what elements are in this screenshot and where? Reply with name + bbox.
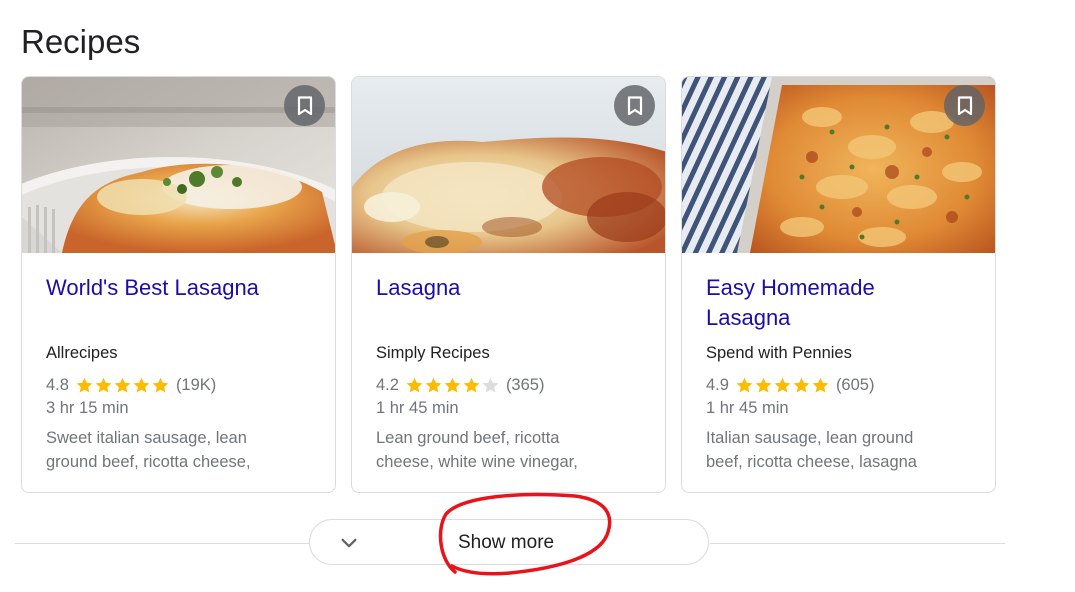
star-filled-icon xyxy=(755,377,772,393)
show-more-label: Show more xyxy=(458,532,555,553)
recipe-time: 1 hr 45 min xyxy=(706,399,789,417)
star-filled-icon xyxy=(463,377,480,393)
rating-value: 4.2 xyxy=(376,376,399,394)
ingredients-line: beef, ricotta cheese, lasagna xyxy=(706,453,917,471)
save-recipe-button[interactable] xyxy=(284,85,325,126)
recipe-source: Simply Recipes xyxy=(376,344,490,362)
ingredients-line: ground beef, ricotta cheese, xyxy=(46,453,251,471)
save-recipe-button[interactable] xyxy=(944,85,985,126)
recipe-image[interactable] xyxy=(352,77,665,253)
star-filled-icon xyxy=(133,377,150,393)
ingredients-line: Italian sausage, lean ground xyxy=(706,429,914,447)
recipe-title-link[interactable]: Easy Homemade Lasagna xyxy=(706,273,979,333)
star-filled-icon xyxy=(114,377,131,393)
recipe-ingredients: Sweet italian sausage, lean ground beef,… xyxy=(46,426,319,474)
ingredients-line: Sweet italian sausage, lean xyxy=(46,429,247,447)
show-more-button[interactable]: Show more xyxy=(309,519,709,565)
star-filled-icon xyxy=(425,377,442,393)
star-filled-icon xyxy=(774,377,791,393)
divider xyxy=(710,543,1005,544)
save-recipe-button[interactable] xyxy=(614,85,655,126)
divider xyxy=(15,543,310,544)
recipe-ingredients: Lean ground beef, ricotta cheese, white … xyxy=(376,426,649,474)
recipe-source: Allrecipes xyxy=(46,344,118,362)
recipe-time: 3 hr 15 min xyxy=(46,399,129,417)
star-rating xyxy=(75,376,170,395)
rating-value: 4.9 xyxy=(706,376,729,394)
recipe-card[interactable]: World's Best Lasagna Allrecipes 4.8 (19K… xyxy=(21,76,336,493)
recipe-source: Spend with Pennies xyxy=(706,344,852,362)
star-filled-icon xyxy=(152,377,169,393)
star-filled-icon xyxy=(95,377,112,393)
star-rating xyxy=(405,376,500,395)
recipe-title-line[interactable]: Easy Homemade xyxy=(706,273,979,303)
star-rating xyxy=(735,376,830,395)
review-count: (365) xyxy=(505,376,545,394)
star-filled-icon xyxy=(76,377,93,393)
star-empty-icon xyxy=(482,377,499,393)
star-filled-icon xyxy=(736,377,753,393)
recipe-rating: 4.8 (19K) xyxy=(46,374,319,396)
recipe-title-link[interactable]: Lasagna xyxy=(376,273,649,333)
recipe-image[interactable] xyxy=(22,77,335,253)
ingredients-line: Lean ground beef, ricotta xyxy=(376,429,560,447)
recipe-time: 1 hr 45 min xyxy=(376,399,459,417)
rating-value: 4.8 xyxy=(46,376,69,394)
ingredients-line: cheese, white wine vinegar, xyxy=(376,453,578,471)
recipe-rating: 4.9 (605) xyxy=(706,374,979,396)
recipe-image[interactable] xyxy=(682,77,995,253)
star-filled-icon xyxy=(406,377,423,393)
bookmark-icon xyxy=(297,95,312,115)
section-title: Recipes xyxy=(21,23,141,60)
recipe-card[interactable]: Easy Homemade Lasagna Spend with Pennies… xyxy=(681,76,996,493)
recipe-title-line[interactable]: Lasagna xyxy=(706,303,979,333)
recipe-title-link[interactable]: World's Best Lasagna xyxy=(46,273,319,333)
recipe-rating: 4.2 (365) xyxy=(376,374,649,396)
bookmark-icon xyxy=(957,95,972,115)
chevron-down-icon xyxy=(341,538,357,548)
recipe-card[interactable]: Lasagna Simply Recipes 4.2 (365) 1 hr 45… xyxy=(351,76,666,493)
star-filled-icon xyxy=(444,377,461,393)
recipe-ingredients: Italian sausage, lean ground beef, ricot… xyxy=(706,426,979,474)
bookmark-icon xyxy=(627,95,642,115)
review-count: (605) xyxy=(835,376,875,394)
review-count: (19K) xyxy=(175,376,217,394)
star-filled-icon xyxy=(812,377,829,393)
star-filled-icon xyxy=(793,377,810,393)
